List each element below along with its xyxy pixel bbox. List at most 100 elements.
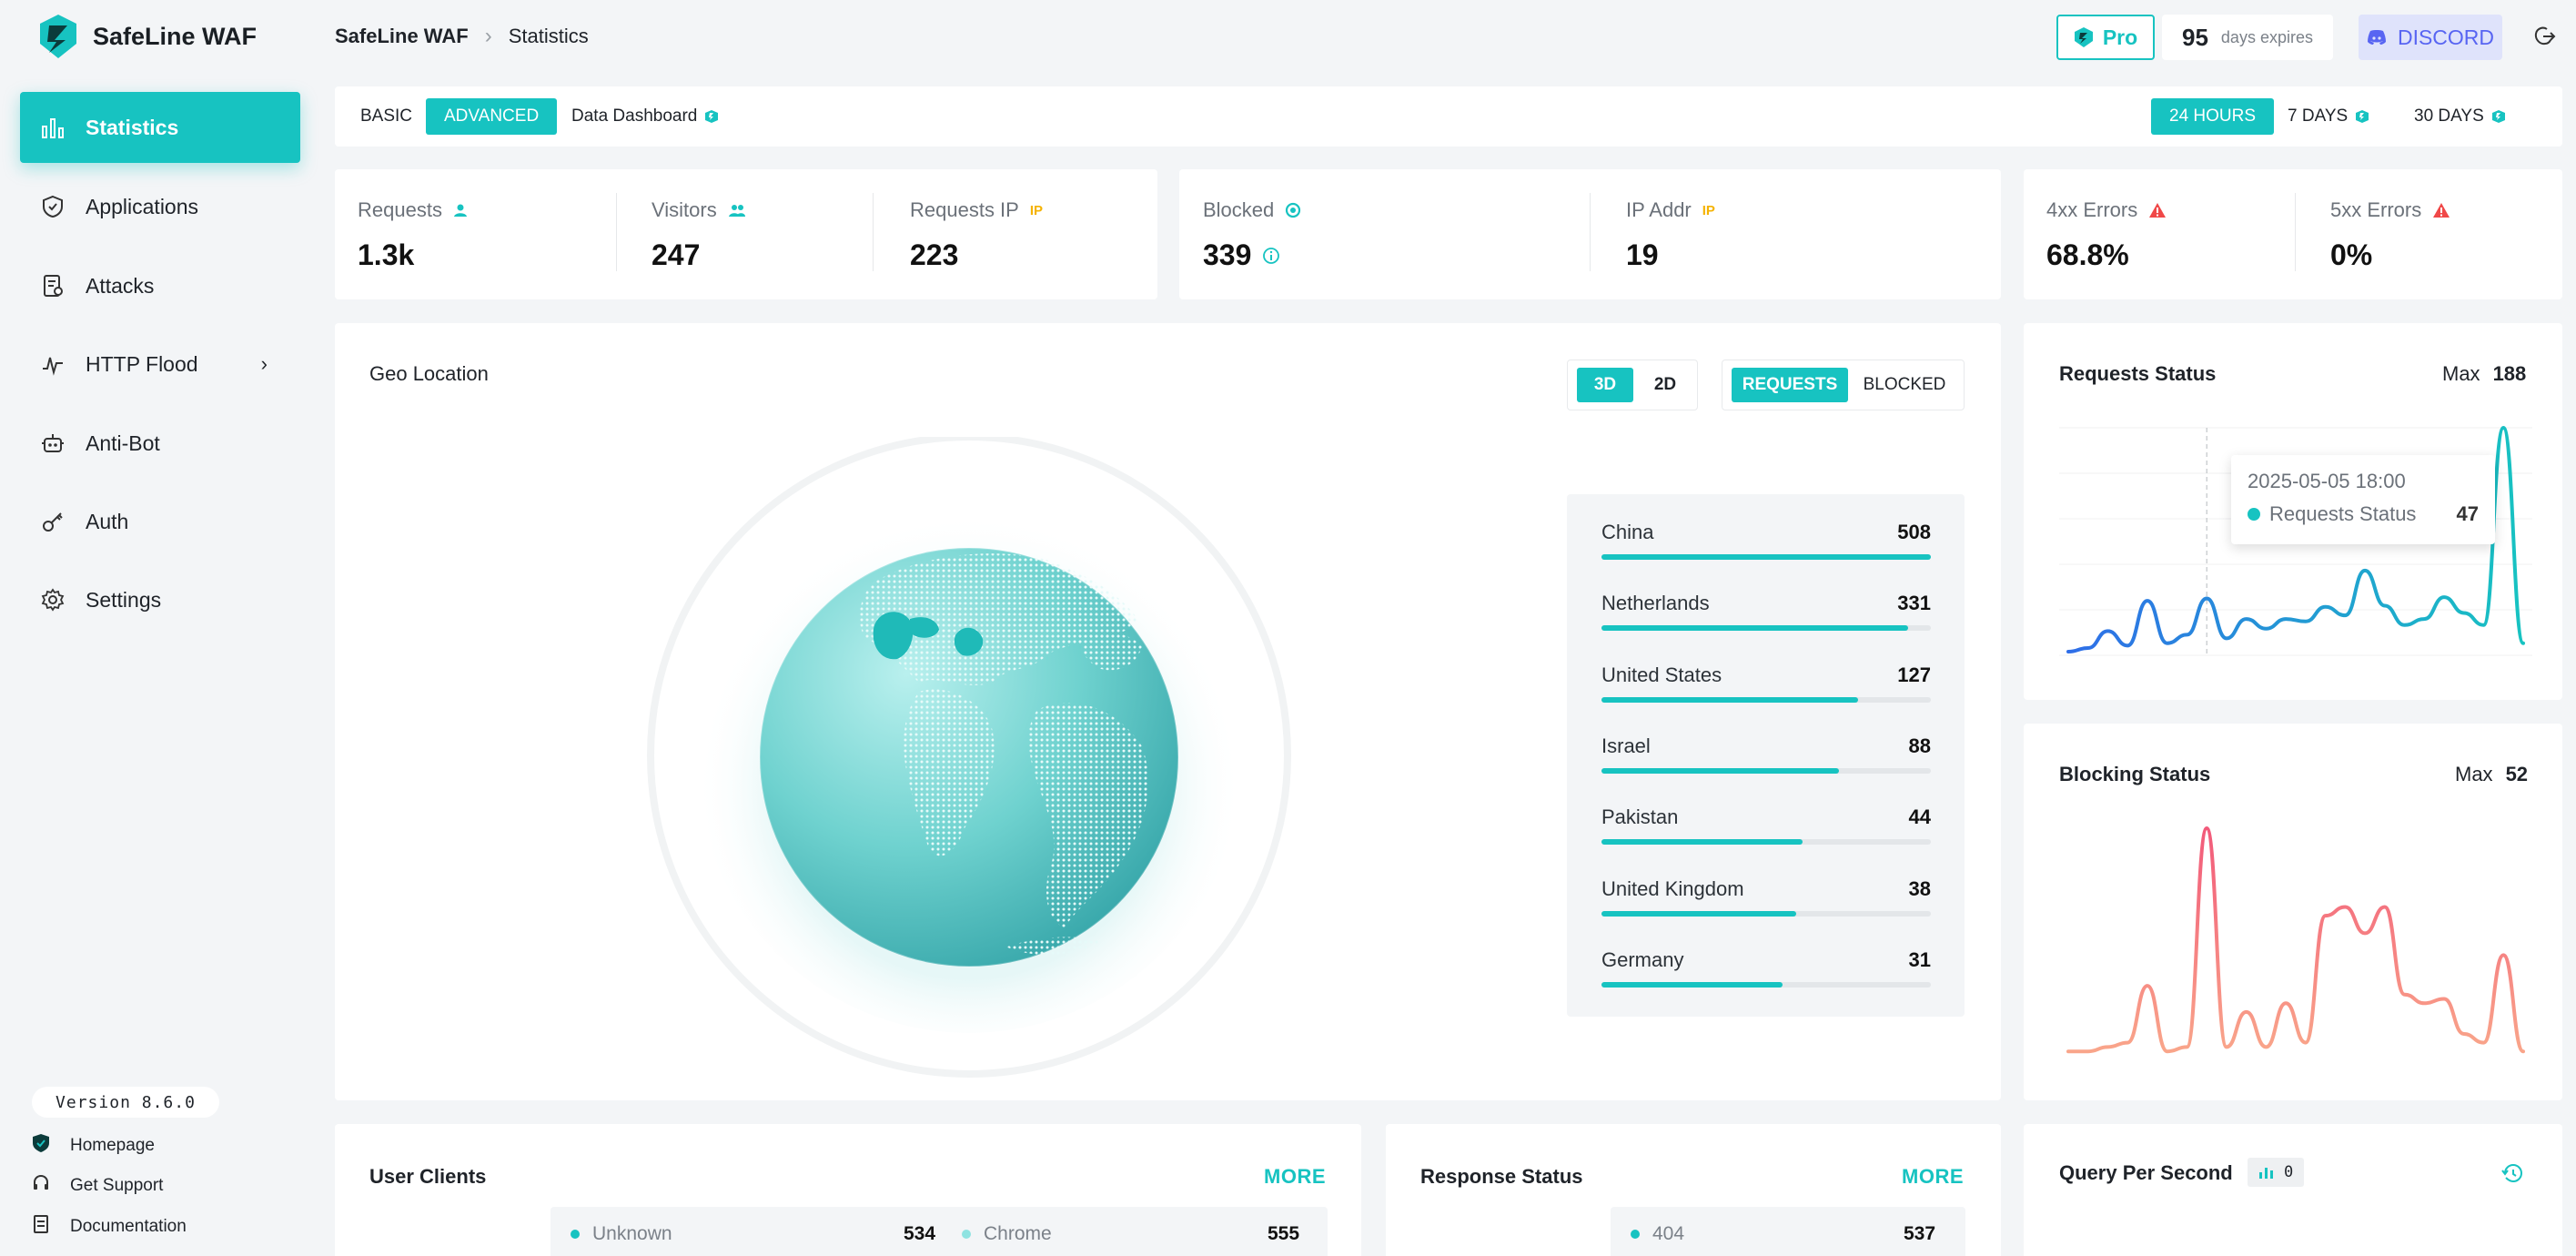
discord-icon xyxy=(2367,30,2386,45)
country-row[interactable]: United States 127 xyxy=(1601,663,1931,718)
legend-value: 537 xyxy=(1904,1223,1936,1244)
country-row[interactable]: Netherlands 331 xyxy=(1601,592,1931,646)
country-row[interactable]: China 508 xyxy=(1601,521,1931,575)
blocked-stat-label: Blocked xyxy=(1203,198,1301,222)
documentation-label: Documentation xyxy=(70,1217,187,1236)
country-row[interactable]: Germany 31 xyxy=(1601,948,1931,1003)
legend-dot xyxy=(1631,1230,1640,1239)
tooltip-dot xyxy=(2248,508,2260,521)
geo-blocked-button[interactable]: BLOCKED xyxy=(1850,368,1959,402)
blocking-status-chart[interactable] xyxy=(2059,819,2532,1065)
breadcrumb-root[interactable]: SafeLine WAF xyxy=(335,25,469,48)
legend-item[interactable]: Chrome xyxy=(962,1223,1052,1245)
sidebar-item-label: Statistics xyxy=(86,115,179,139)
qps-card xyxy=(2024,1124,2562,1256)
tooltip-value: 47 xyxy=(2456,502,2479,525)
5xx-errors-stat-value: 0% xyxy=(2330,238,2373,271)
range-30-days[interactable]: 30 DAYS xyxy=(2414,98,2506,135)
sidebar-item-label: Auth xyxy=(86,509,129,533)
app-logo[interactable]: SafeLine WAF xyxy=(36,13,257,60)
country-bar-track xyxy=(1601,625,1931,631)
chevron-right-icon: › xyxy=(484,24,492,48)
tab-advanced[interactable]: ADVANCED xyxy=(426,98,558,135)
legend-label: 404 xyxy=(1652,1223,1685,1244)
blocked-value-text: 339 xyxy=(1203,238,1252,271)
breadcrumb: SafeLine WAF › Statistics xyxy=(335,24,589,49)
geo-metric-toggle: REQUESTS BLOCKED xyxy=(1722,360,1965,410)
sidebar-item-label: Applications xyxy=(86,194,199,218)
sidebar-item-http-flood[interactable]: HTTP Flood › xyxy=(20,329,300,400)
discord-label: DISCORD xyxy=(2397,25,2495,49)
country-value: 44 xyxy=(1908,805,1931,828)
error-stats-card xyxy=(2024,169,2562,299)
4xx-errors-stat-label: 4xx Errors xyxy=(2046,198,2167,222)
homepage-link[interactable]: Homepage xyxy=(32,1133,155,1159)
tab-basic-label: BASIC xyxy=(360,106,413,126)
sidebar-item-attacks[interactable]: Attacks xyxy=(20,250,300,321)
country-row[interactable]: Pakistan 44 xyxy=(1601,805,1931,860)
sidebar-item-auth[interactable]: Auth xyxy=(20,486,300,557)
info-icon[interactable] xyxy=(1262,247,1280,265)
4xx-errors-stat-value: 68.8% xyxy=(2046,238,2129,271)
pro-button[interactable]: Pro xyxy=(2056,15,2155,60)
logout-button[interactable] xyxy=(2530,22,2559,51)
ip-tag: IP xyxy=(1702,202,1715,218)
user-clients-more-link[interactable]: MORE xyxy=(1264,1165,1326,1189)
geo-2d-button[interactable]: 2D xyxy=(1637,368,1693,402)
requests-status-max: Max 188 xyxy=(2442,362,2526,386)
sidebar-item-label: Settings xyxy=(86,587,162,612)
country-row[interactable]: United Kingdom 38 xyxy=(1601,877,1931,932)
qps-title: Query Per Second xyxy=(2059,1161,2233,1184)
legend-item[interactable]: 404 xyxy=(1631,1223,1684,1245)
country-bar-fill xyxy=(1601,554,1931,560)
get-support-link[interactable]: Get Support xyxy=(32,1174,163,1198)
visitors-label-text: Visitors xyxy=(652,198,717,221)
geo-view-toggle: 3D 2D xyxy=(1567,360,1698,410)
5xx-label-text: 5xx Errors xyxy=(2330,198,2422,221)
legend-label: Chrome xyxy=(984,1223,1052,1244)
pro-label: Pro xyxy=(2102,25,2138,49)
country-bar-track xyxy=(1601,697,1931,703)
sidebar-item-settings[interactable]: Settings xyxy=(20,564,300,635)
country-ranking-panel: China 508 Netherlands 331 United States … xyxy=(1567,494,1965,1017)
geo-location-title: Geo Location xyxy=(369,362,489,385)
response-status-more-link[interactable]: MORE xyxy=(1902,1165,1964,1189)
history-icon[interactable] xyxy=(2500,1161,2524,1185)
gear-icon xyxy=(40,587,66,613)
geo-requests-button[interactable]: REQUESTS xyxy=(1732,368,1848,402)
sidebar-item-applications[interactable]: Applications xyxy=(20,171,300,242)
range-7-days[interactable]: 7 DAYS xyxy=(2288,98,2369,135)
discord-button[interactable]: DISCORD xyxy=(2359,15,2502,60)
homepage-label: Homepage xyxy=(70,1136,155,1155)
requests-ip-label-text: Requests IP xyxy=(910,198,1019,221)
range-30d-label: 30 DAYS xyxy=(2414,106,2484,126)
ip-tag: IP xyxy=(1029,202,1044,218)
stat-divider xyxy=(1590,193,1591,271)
app-name: SafeLine WAF xyxy=(93,22,258,50)
country-row[interactable]: Israel 88 xyxy=(1601,734,1931,789)
key-icon xyxy=(40,509,66,534)
pro-badge-icon xyxy=(2491,110,2505,123)
pulse-icon xyxy=(40,351,66,377)
tab-basic[interactable]: BASIC xyxy=(360,98,412,135)
chart-tooltip: 2025-05-05 18:00 Requests Status 47 xyxy=(2231,455,2495,544)
warning-icon xyxy=(2149,203,2167,218)
license-expire: 95 days expires xyxy=(2162,15,2333,60)
range-24-hours[interactable]: 24 HOURS xyxy=(2151,98,2275,135)
pro-badge-icon xyxy=(705,110,719,123)
sidebar-item-statistics[interactable]: Statistics xyxy=(20,92,300,163)
tab-data-dashboard[interactable]: Data Dashboard xyxy=(571,98,719,135)
legend-item[interactable]: Unknown xyxy=(571,1223,672,1245)
legend-label: Unknown xyxy=(592,1223,672,1244)
country-name: Germany xyxy=(1601,948,1684,971)
chevron-right-icon: › xyxy=(260,352,268,375)
legend-dot xyxy=(962,1230,971,1239)
globe-map[interactable] xyxy=(646,437,1292,1083)
country-bar-fill xyxy=(1601,982,1783,988)
series-line xyxy=(2066,826,2525,1054)
documentation-link[interactable]: Documentation xyxy=(32,1215,187,1239)
geo-3d-button[interactable]: 3D xyxy=(1577,368,1633,402)
blocking-status-title: Blocking Status xyxy=(2059,763,2211,785)
requests-ip-stat-value: 223 xyxy=(910,238,959,271)
sidebar-item-anti-bot[interactable]: Anti-Bot xyxy=(20,408,300,479)
